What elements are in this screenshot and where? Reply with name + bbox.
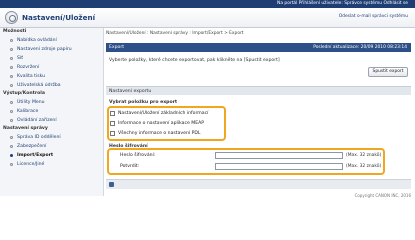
top-status-text: Na portál Přihlášení uživatele: Správce … bbox=[277, 1, 408, 6]
bullet-icon bbox=[10, 48, 13, 51]
last-update-text: Poslední aktualizace: 20/09 2010 08:23:1… bbox=[313, 45, 407, 50]
sidebar-item-print-quality[interactable]: Kvalita tisku bbox=[0, 72, 103, 81]
main-content: Nastavení/Uložení : Nastavení správy : I… bbox=[106, 28, 411, 200]
confirm-password-input[interactable] bbox=[215, 163, 343, 170]
sidebar-item-user-maintenance[interactable]: Uživatelská údržba bbox=[0, 81, 103, 90]
sidebar-item-department-id[interactable]: Správa ID oddělení bbox=[0, 133, 103, 142]
sidebar-section-output: Výstup/Kontrola bbox=[3, 91, 45, 96]
sidebar-item-utility[interactable]: Útility Menu bbox=[0, 98, 103, 107]
option-pdl-settings[interactable]: Všechny informace o nastavení PDL bbox=[110, 131, 200, 136]
bullet-icon bbox=[10, 119, 13, 122]
email-admin-link[interactable]: Odeslat o-mail správci systému bbox=[339, 14, 408, 19]
bullet-icon bbox=[10, 154, 13, 157]
sidebar-item-license[interactable]: Licence/Jiné bbox=[0, 160, 103, 169]
sidebar: Možnosti Nabídka ovládání Nastavení zdro… bbox=[0, 28, 104, 196]
select-items-label: Vybrat položku pro export bbox=[109, 100, 178, 105]
bullet-icon bbox=[10, 145, 13, 148]
bullet-icon bbox=[10, 101, 13, 104]
option-basic-settings[interactable]: Nastavení/Uložení základních informací bbox=[110, 111, 208, 116]
bullet-icon bbox=[10, 136, 13, 139]
sidebar-item-paper-source[interactable]: Nastavení zdroje papíru bbox=[0, 45, 103, 54]
bullet-icon bbox=[10, 84, 13, 87]
checkbox-icon[interactable] bbox=[110, 111, 115, 116]
password-field-label: Heslo šifrování: bbox=[120, 153, 156, 158]
sidebar-item-menu[interactable]: Nabídka ovládání bbox=[0, 36, 103, 45]
sidebar-section-options: Možnosti bbox=[3, 29, 27, 34]
sidebar-item-calibration[interactable]: Kalibrace bbox=[0, 107, 103, 116]
top-status-bar: Na portál Přihlášení uživatele: Správce … bbox=[0, 0, 415, 8]
checkbox-icon[interactable] bbox=[110, 121, 115, 126]
confirm-max-note: (Max. 32 znaků) bbox=[346, 164, 382, 169]
instruction-text: Vyberte položky, které chcete exportovat… bbox=[109, 58, 280, 63]
page-top-icon[interactable] bbox=[109, 182, 114, 187]
checkbox-icon[interactable] bbox=[110, 131, 115, 136]
copyright-text: Copyright CANON INC. 2016 bbox=[354, 193, 411, 198]
bullet-icon bbox=[10, 163, 13, 166]
panel-title: Export bbox=[109, 45, 125, 50]
sidebar-item-layout[interactable]: Rozvržení bbox=[0, 63, 103, 72]
breadcrumb: Nastavení/Uložení : Nastavení správy : I… bbox=[106, 31, 244, 36]
bullet-icon bbox=[10, 110, 13, 113]
sidebar-section-management: Nastavení správy bbox=[3, 126, 48, 131]
export-settings-header: Nastavení exportu bbox=[106, 86, 411, 95]
app-header: Nastavení/Uložení Odeslat o-mail správci… bbox=[0, 8, 415, 28]
bullet-icon bbox=[10, 66, 13, 69]
footer-strip bbox=[106, 179, 411, 189]
sidebar-item-security[interactable]: Zabezpečení bbox=[0, 142, 103, 151]
start-export-button[interactable]: Spustit export bbox=[368, 67, 408, 77]
confirm-field-label: Potvrdit: bbox=[120, 164, 140, 169]
sidebar-item-network[interactable]: Síť bbox=[0, 54, 103, 63]
password-max-note: (Max. 32 znaků) bbox=[346, 153, 382, 158]
bullet-icon bbox=[10, 57, 13, 60]
option-meap-settings[interactable]: Informace o nastavení aplikace MEAP bbox=[110, 121, 204, 126]
sidebar-item-import-export[interactable]: Import/Export bbox=[0, 151, 103, 160]
bullet-icon bbox=[10, 39, 13, 42]
sidebar-item-device-control[interactable]: Ovládání zařízení bbox=[0, 116, 103, 125]
app-title: Nastavení/Uložení bbox=[22, 13, 96, 22]
app-logo-icon bbox=[5, 11, 18, 24]
bullet-icon bbox=[10, 75, 13, 78]
password-input[interactable] bbox=[215, 152, 343, 159]
panel-title-bar: Export Poslední aktualizace: 20/09 2010 … bbox=[106, 43, 411, 52]
